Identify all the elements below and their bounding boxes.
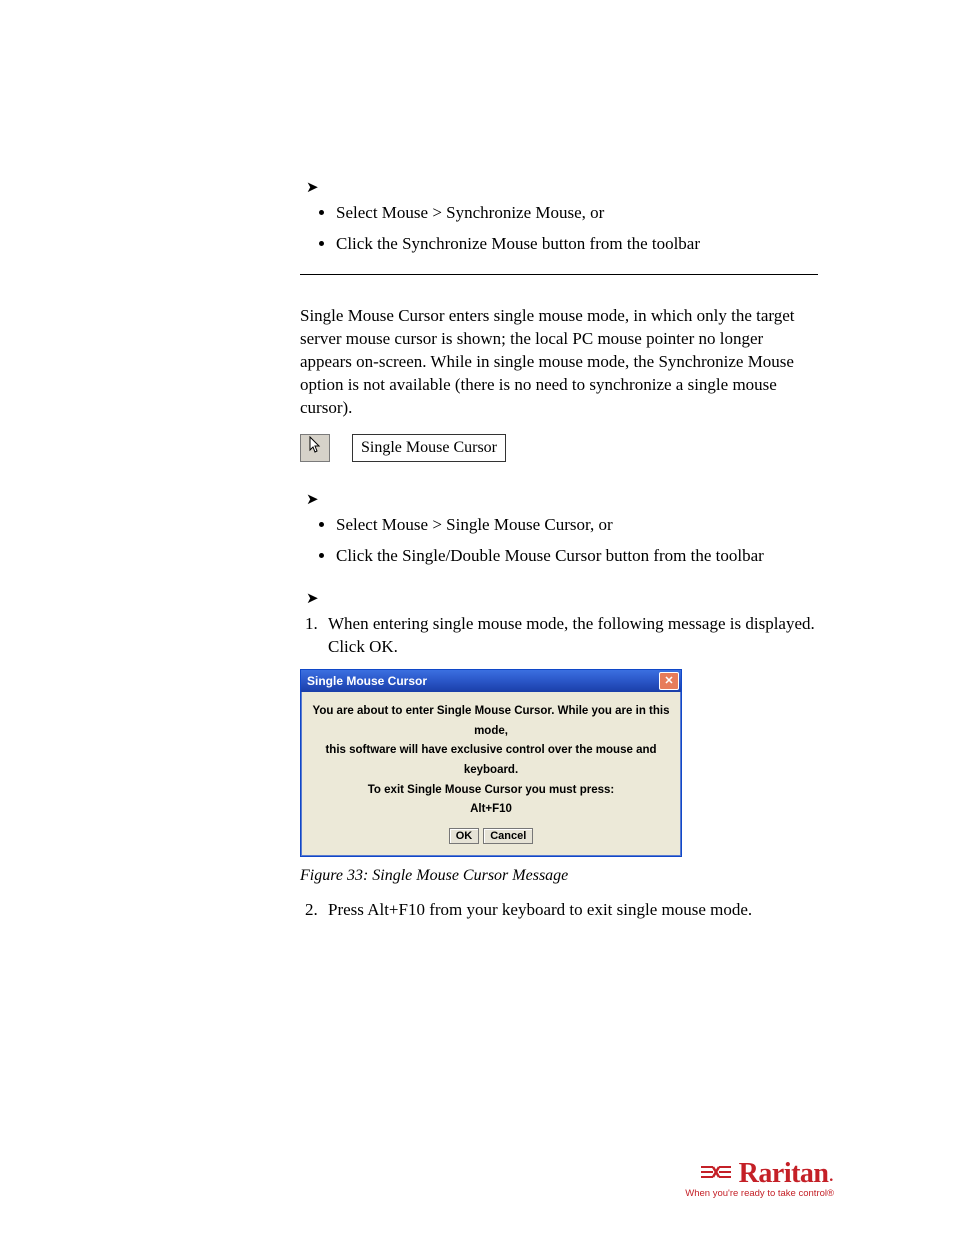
ok-button[interactable]: OK <box>449 828 480 844</box>
arrow-marker-2: ➤ <box>306 490 818 508</box>
dialog-body: You are about to enter Single Mouse Curs… <box>301 692 681 855</box>
numbered-list: When entering single mouse mode, the fol… <box>300 613 818 659</box>
logo-brand-text: Raritan <box>739 1158 829 1190</box>
content-area: ➤ Select Mouse > Synchronize Mouse, or C… <box>300 178 818 932</box>
bullet-item: Select Mouse > Single Mouse Cursor, or <box>336 514 818 537</box>
cancel-button[interactable]: Cancel <box>483 828 533 844</box>
dialog-text-line: You are about to enter Single Mouse Curs… <box>311 702 671 741</box>
paragraph-single-mouse-cursor: Single Mouse Cursor enters single mouse … <box>300 305 818 420</box>
single-mouse-cursor-dialog: Single Mouse Cursor ✕ You are about to e… <box>300 669 682 856</box>
step-2: Press Alt+F10 from your keyboard to exit… <box>322 899 818 922</box>
footer-logo: Raritan. When you're ready to take contr… <box>685 1158 834 1199</box>
icon-example-row: Single Mouse Cursor <box>300 434 818 462</box>
arrow-marker-1: ➤ <box>306 178 818 196</box>
page-container: ➤ Select Mouse > Synchronize Mouse, or C… <box>0 0 954 1235</box>
cursor-icon <box>308 436 322 459</box>
dialog-text-line: this software will have exclusive contro… <box>311 741 671 780</box>
icon-caption-box: Single Mouse Cursor <box>352 434 506 462</box>
dialog-titlebar: Single Mouse Cursor ✕ <box>301 670 681 692</box>
dialog-text-line: To exit Single Mouse Cursor you must pre… <box>311 781 671 801</box>
numbered-list-cont: Press Alt+F10 from your keyboard to exit… <box>300 899 818 922</box>
divider <box>300 274 818 275</box>
figure-caption: Figure 33: Single Mouse Cursor Message <box>300 867 818 885</box>
logo-dot: . <box>829 1161 835 1187</box>
bullet-list-1: Select Mouse > Synchronize Mouse, or Cli… <box>300 202 818 256</box>
bullet-list-2: Select Mouse > Single Mouse Cursor, or C… <box>300 514 818 568</box>
close-button[interactable]: ✕ <box>659 672 679 690</box>
dialog-title: Single Mouse Cursor <box>307 674 427 688</box>
close-icon: ✕ <box>664 676 673 687</box>
bullet-item: Click the Synchronize Mouse button from … <box>336 233 818 256</box>
step-1: When entering single mouse mode, the fol… <box>322 613 818 659</box>
bullet-item: Click the Single/Double Mouse Cursor but… <box>336 545 818 568</box>
icon-caption-text: Single Mouse Cursor <box>361 439 497 457</box>
single-mouse-cursor-toolbar-button[interactable] <box>300 434 330 462</box>
raritan-glyph-icon <box>699 1161 733 1188</box>
dialog-text-line: Alt+F10 <box>311 800 671 820</box>
arrow-marker-3: ➤ <box>306 589 818 607</box>
logo-tagline: When you're ready to take control® <box>685 1188 834 1199</box>
dialog-button-row: OK Cancel <box>311 828 671 844</box>
bullet-item: Select Mouse > Synchronize Mouse, or <box>336 202 818 225</box>
logo-main: Raritan. <box>685 1158 834 1190</box>
